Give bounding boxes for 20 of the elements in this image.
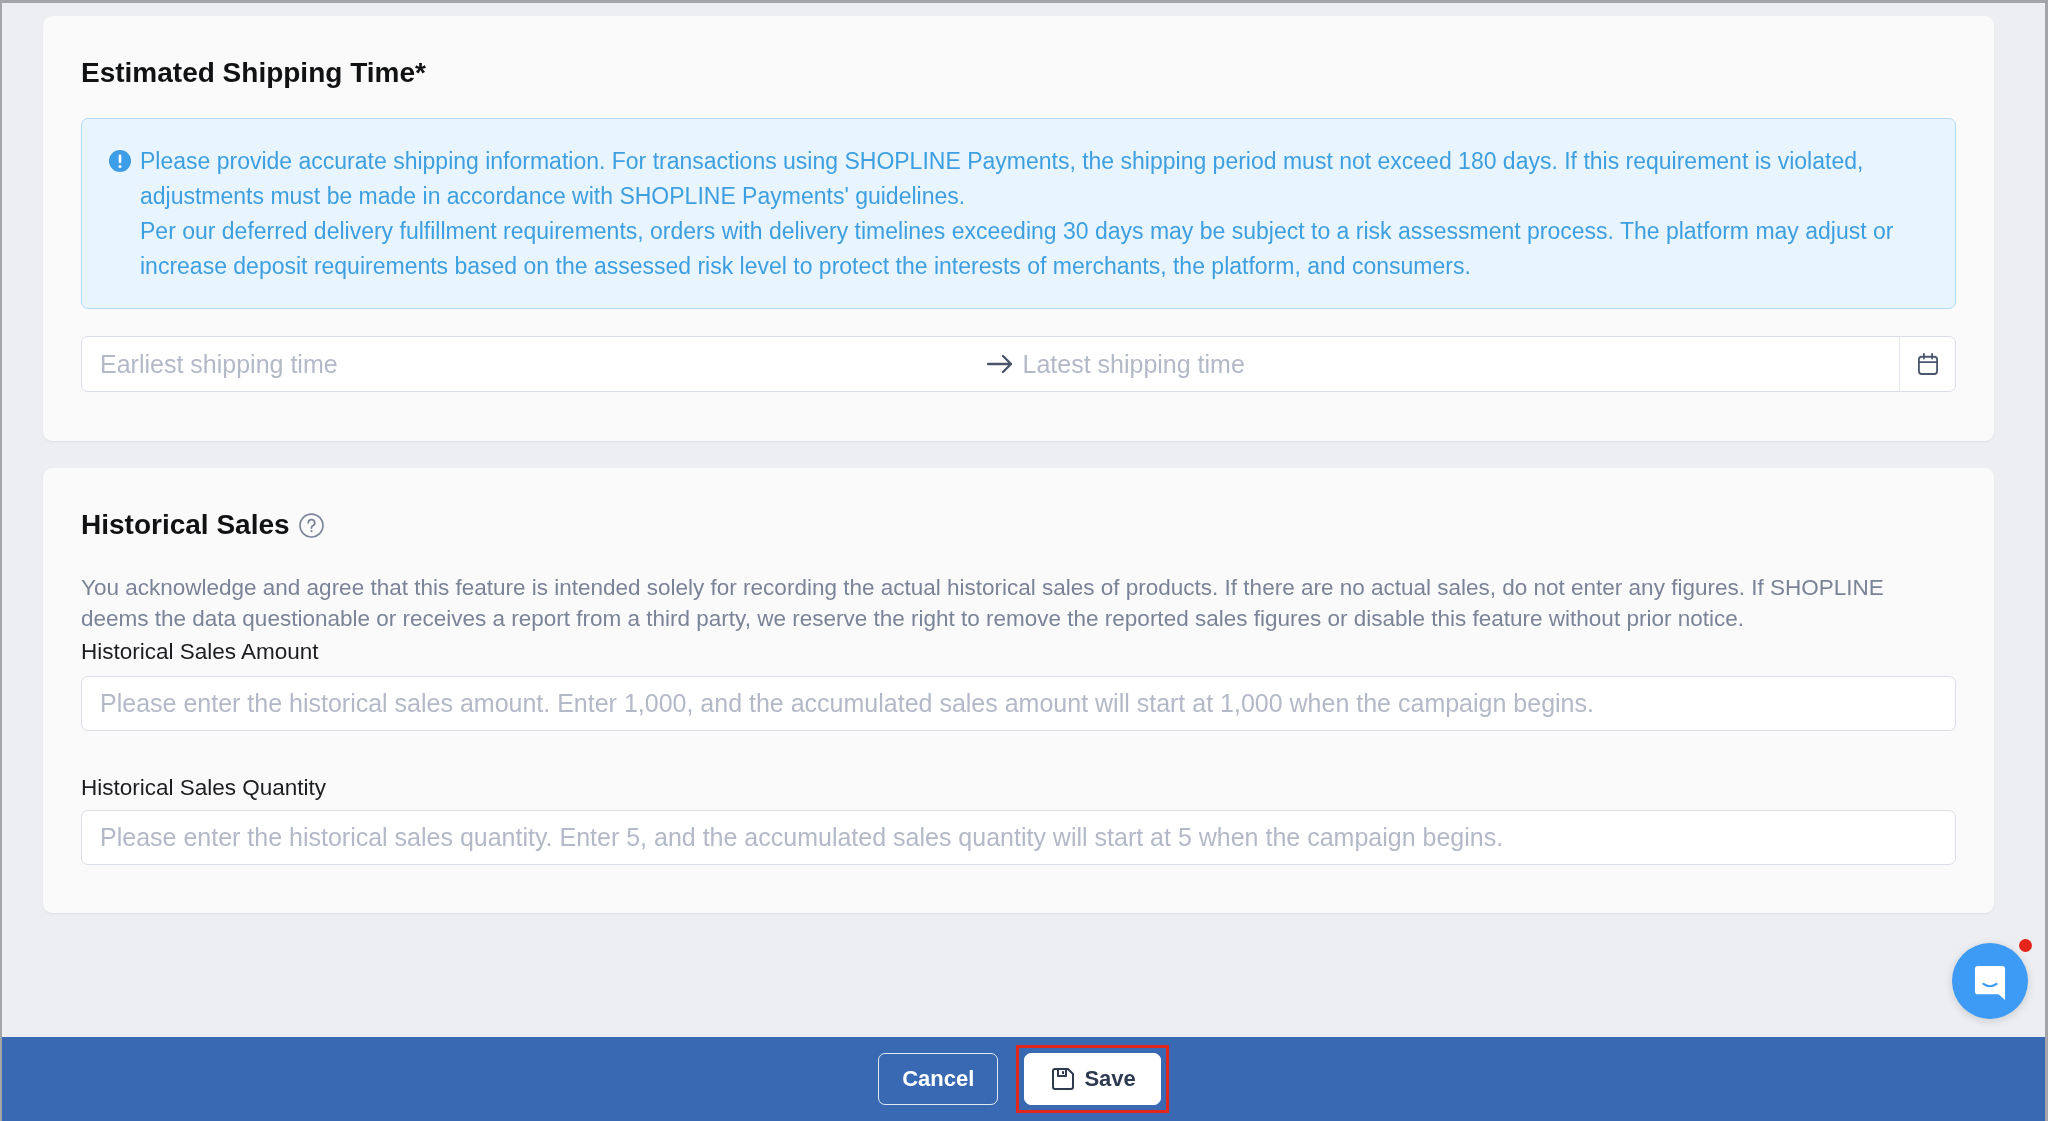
input-field[interactable]: Please enter the historical sales quantity. Enter 5, and the accumulated sales quantity will start at 5 when the campaign begins.	[81, 810, 1956, 865]
help-icon[interactable]	[298, 513, 324, 538]
info-icon	[109, 150, 131, 172]
input-field[interactable]: Please enter the historical sales amount. Enter 1,000, and the accumulated sales amount will start at 1,000 when the campaign begins.	[81, 676, 1956, 731]
field-label: Historical Sales Quantity	[81, 774, 328, 802]
section-title: Historical Sales	[81, 508, 290, 542]
notice-text: Per our deferred delivery fulfillment requirements, orders with delivery timelines exceeding 30 days may be subject to a risk assessment process. The platform may adjust or increase deposit requirements based on the assessed risk level to protect the interests of merchants, the platform, and consumers.	[140, 217, 1895, 281]
chat-button[interactable]	[1952, 943, 2028, 1019]
field-label: Historical Sales Amount	[81, 638, 320, 666]
end-date-input[interactable]: Latest shipping time	[1022, 337, 1899, 391]
date-range-picker[interactable]: Earliest shipping time Latest shipping time	[81, 336, 1956, 392]
save-button[interactable]: Save	[1024, 1053, 1161, 1105]
section-title: Estimated Shipping Time*	[81, 56, 426, 90]
notice-text: Please provide accurate shipping information. For transactions using SHOPLINE Payments, the shipping period must not exceed 180 days. If this requirement is violated, adjustments must be made in accordance with SHOPLINE Payments' guidelines.	[140, 147, 1865, 211]
cancel-button[interactable]: Cancel	[878, 1053, 999, 1105]
arrow-icon	[986, 354, 1013, 374]
start-date-input[interactable]: Earliest shipping time	[82, 337, 977, 391]
calendar-icon[interactable]	[1917, 353, 1938, 375]
chat-bubble-icon	[1974, 965, 2006, 1001]
description-text: You acknowledge and agree that this feature is intended solely for recording the actual historical sales of products. If there are no actual sales, do not enter any figures. If SHOPLINE deems the data questionable or receives a report from a third party, we reserve the right to remove the reported sales figures or disable this feature without prior notice.	[81, 574, 1885, 633]
